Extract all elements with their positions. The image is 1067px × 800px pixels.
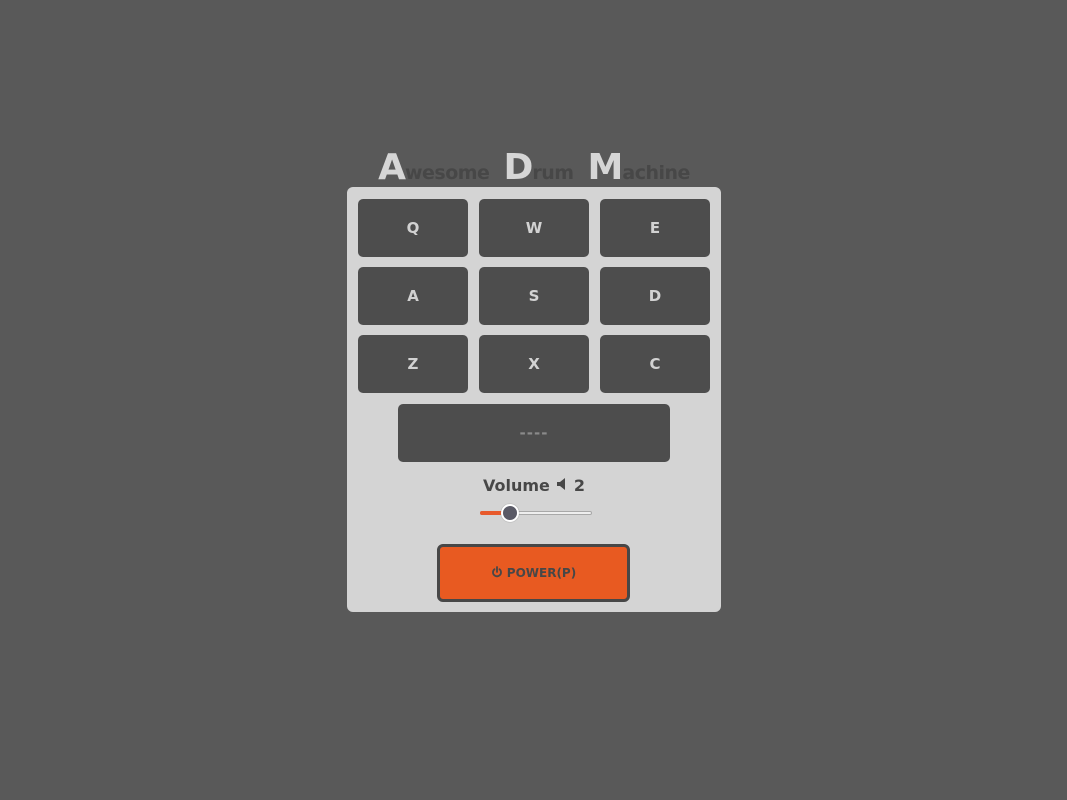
title-word-drum: Drum <box>503 147 574 188</box>
volume-slider-thumb[interactable] <box>501 504 519 522</box>
volume-label: Volume 2 <box>347 476 721 495</box>
volume-text: Volume <box>482 476 550 495</box>
power-button[interactable]: POWER(P) <box>437 544 630 602</box>
drum-pad-x[interactable]: X <box>479 335 589 393</box>
drum-pad-z[interactable]: Z <box>358 335 468 393</box>
title-rest: wesome <box>404 162 490 184</box>
volume-value: 2 <box>573 476 586 495</box>
app-title: Awesome Drum Machine <box>347 146 721 186</box>
power-icon <box>491 565 503 581</box>
sound-display: ---- <box>398 404 670 462</box>
volume-slider[interactable] <box>480 503 592 523</box>
drum-pad-e[interactable]: E <box>600 199 710 257</box>
title-initial: M <box>587 147 624 188</box>
drum-machine-panel: Q W E A S D Z X C ---- Volume 2 POWER(P) <box>347 187 721 612</box>
title-word-machine: Machine <box>587 147 691 188</box>
title-rest: achine <box>622 162 690 184</box>
drum-pad-d[interactable]: D <box>600 267 710 325</box>
power-label: POWER(P) <box>506 566 577 580</box>
title-word-awesome: Awesome <box>378 147 490 188</box>
drum-pad-c[interactable]: C <box>600 335 710 393</box>
drum-pad-w[interactable]: W <box>479 199 589 257</box>
title-initial: D <box>503 147 533 188</box>
drum-pad-q[interactable]: Q <box>358 199 468 257</box>
speaker-icon <box>556 476 568 495</box>
drum-pad-s[interactable]: S <box>479 267 589 325</box>
title-rest: rum <box>532 162 574 184</box>
title-initial: A <box>378 147 406 188</box>
drum-pad-a[interactable]: A <box>358 267 468 325</box>
